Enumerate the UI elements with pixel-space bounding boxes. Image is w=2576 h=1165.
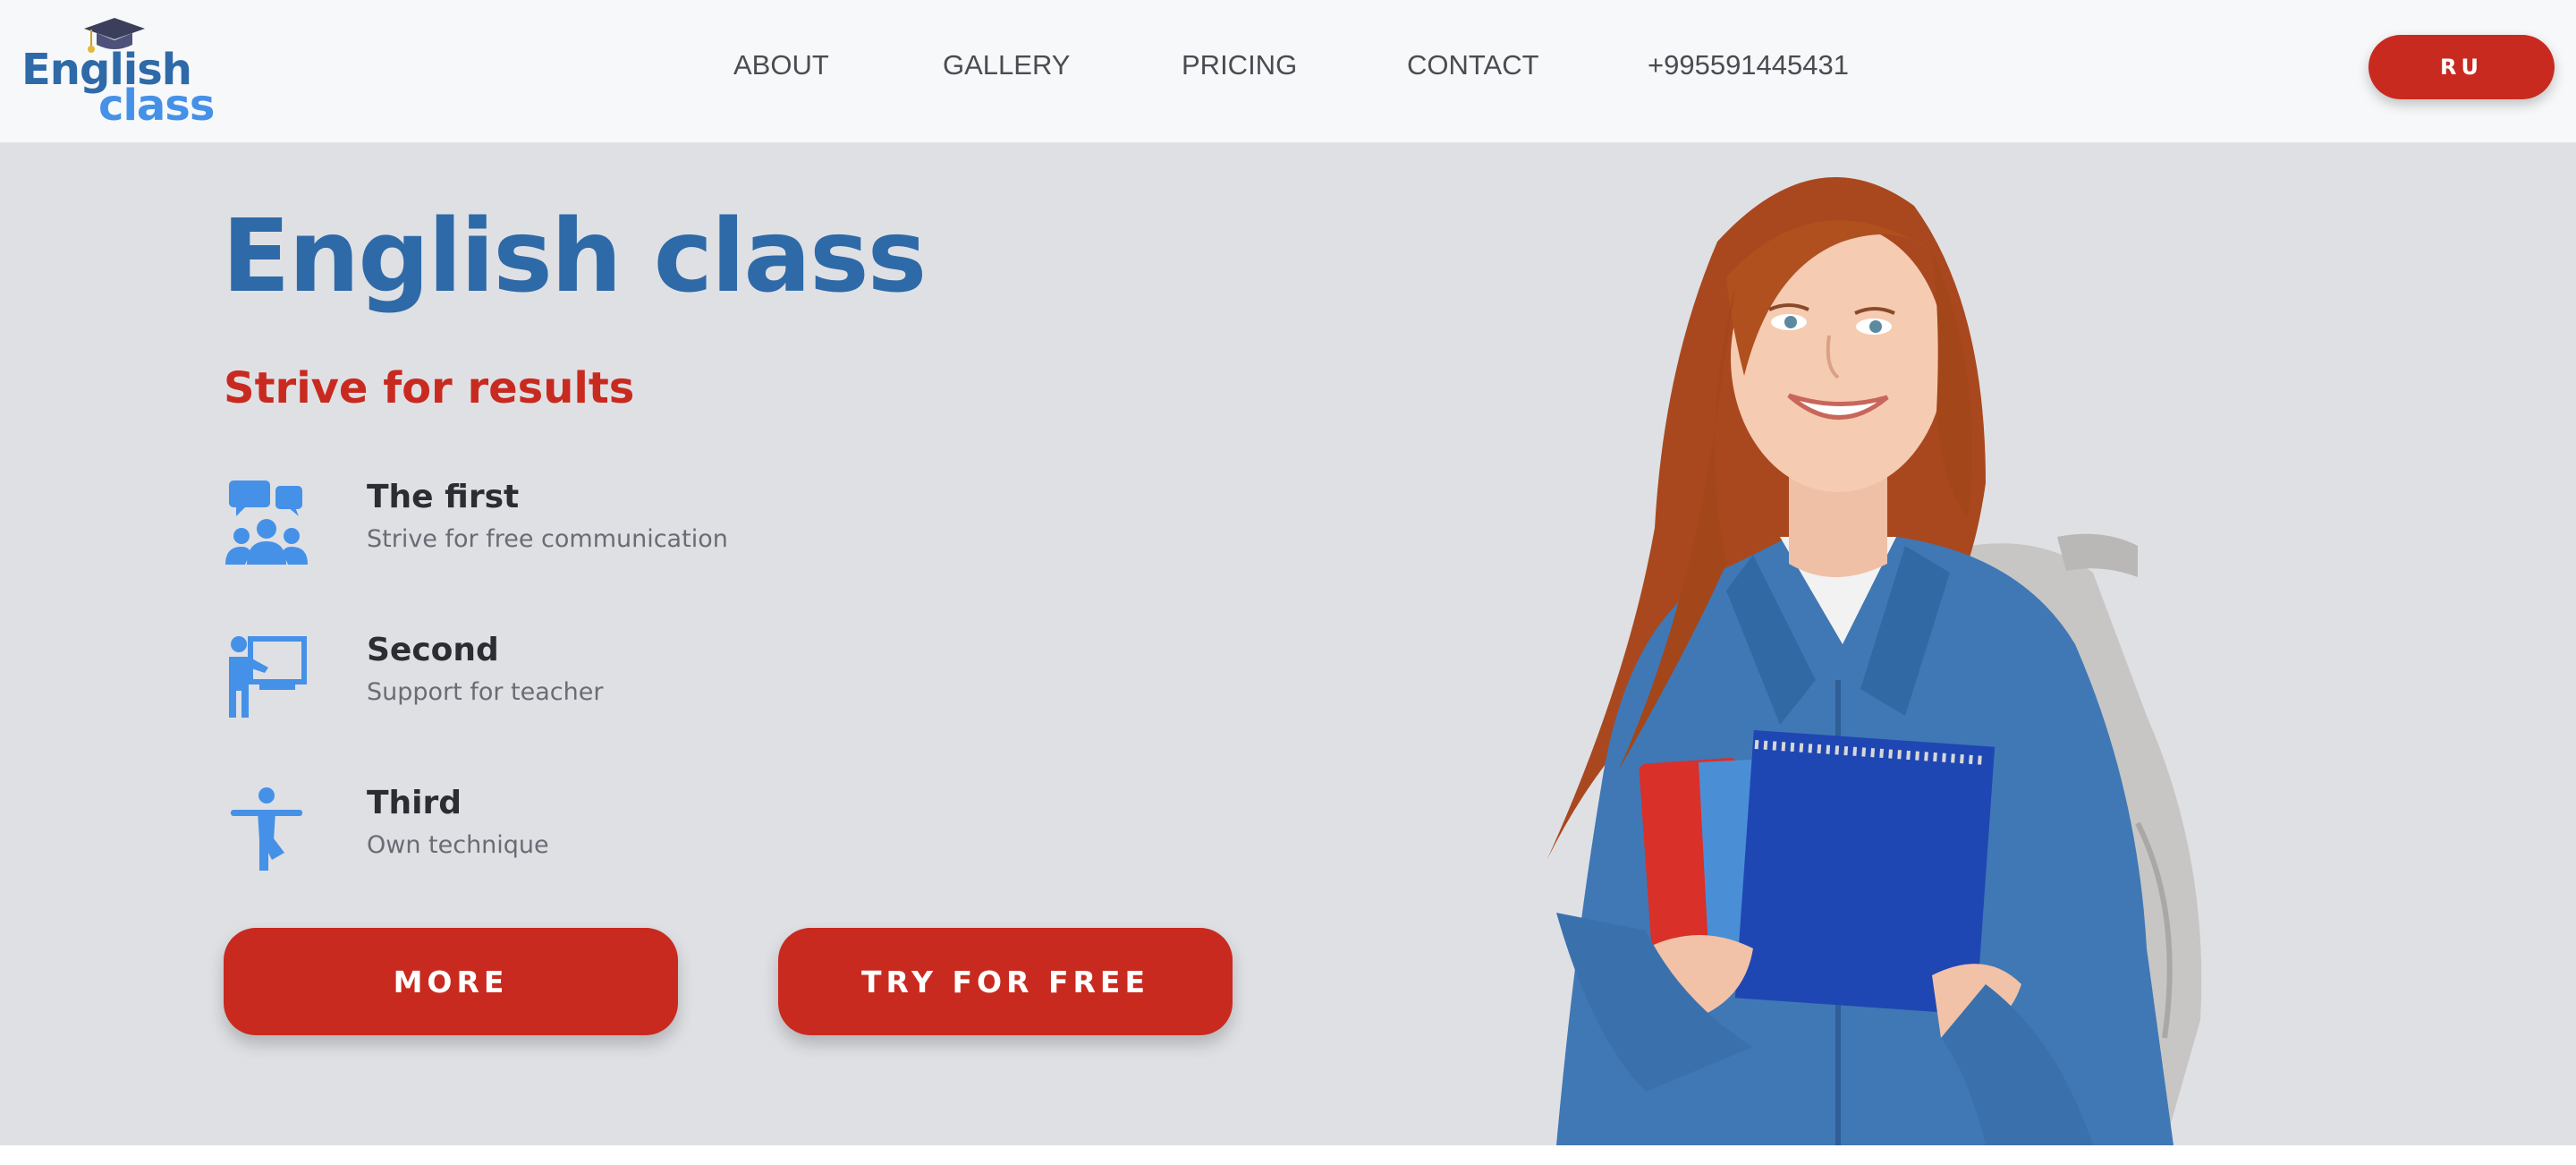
person-exercise-icon xyxy=(231,787,302,871)
teacher-board-icon xyxy=(229,636,307,718)
student-photo xyxy=(1547,177,2202,1145)
more-button[interactable]: MORE xyxy=(224,928,678,1035)
feature-title: The first xyxy=(367,479,520,515)
feature-text: Support for teacher xyxy=(367,678,604,706)
group-chat-icon xyxy=(225,480,308,565)
hero-title: English class xyxy=(222,199,927,315)
site-header: English class ABOUT GALLERY PRICING CONT… xyxy=(0,0,2576,143)
hero-subtitle: Strive for results xyxy=(224,363,635,413)
feature-item-first: The first Strive for free communication xyxy=(224,479,1029,577)
logo-text-class: class xyxy=(98,81,215,131)
feature-item-second: Second Support for teacher xyxy=(224,632,1029,730)
language-button[interactable]: RU xyxy=(2368,35,2555,99)
feature-text: Own technique xyxy=(367,831,549,859)
nav-pricing[interactable]: PRICING xyxy=(1182,49,1297,81)
feature-title: Second xyxy=(367,632,499,668)
page-bottom-band xyxy=(0,1145,2576,1165)
nav-gallery[interactable]: GALLERY xyxy=(943,49,1070,81)
site-logo[interactable]: English class xyxy=(20,16,215,128)
feature-text: Strive for free communication xyxy=(367,525,728,553)
hero-section: English class Strive for results The fir… xyxy=(0,143,2576,1145)
try-for-free-button[interactable]: TRY FOR FREE xyxy=(778,928,1233,1035)
feature-title: Third xyxy=(367,785,462,821)
nav-about[interactable]: ABOUT xyxy=(733,49,829,81)
nav-phone[interactable]: +995591445431 xyxy=(1648,49,1849,81)
nav-contact[interactable]: CONTACT xyxy=(1407,49,1539,81)
feature-item-third: Third Own technique xyxy=(224,785,1029,883)
